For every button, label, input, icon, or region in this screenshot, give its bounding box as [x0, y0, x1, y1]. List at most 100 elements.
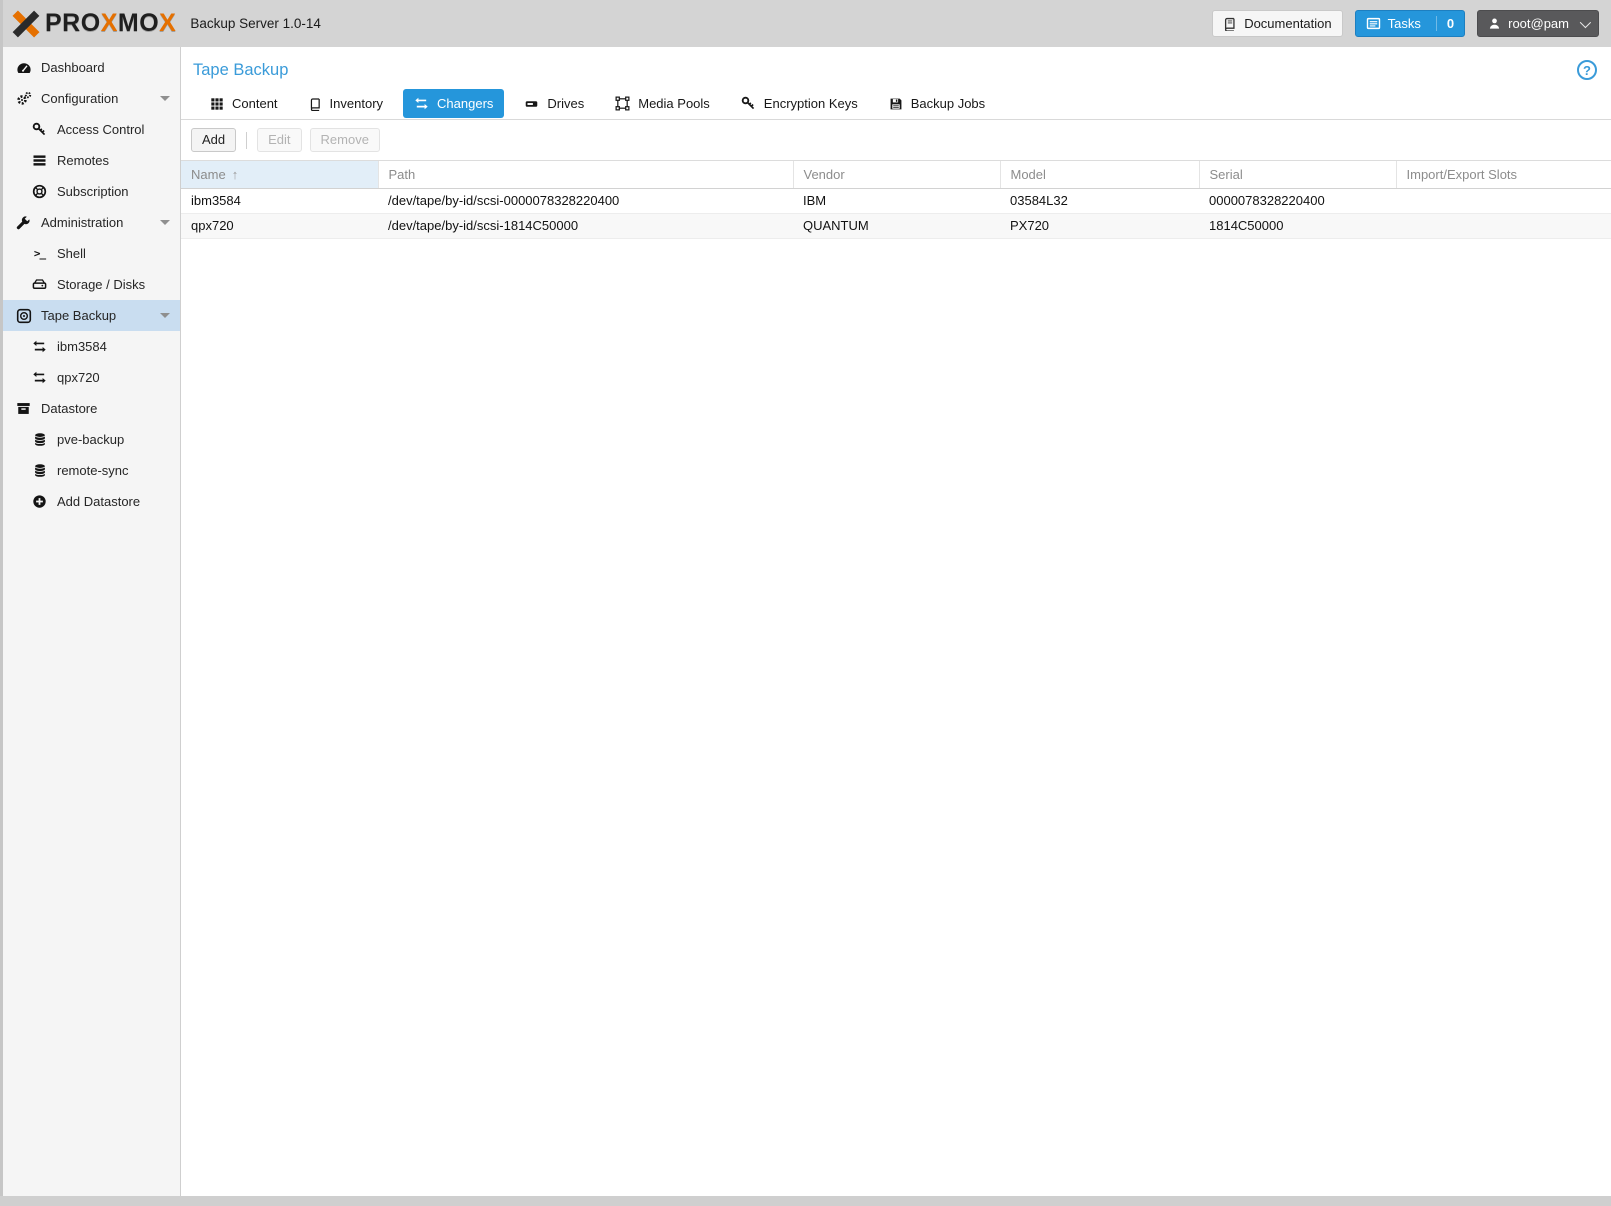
- tab-label: Content: [232, 96, 278, 111]
- wrench-icon: [15, 215, 32, 230]
- cell-import-export-slots: [1396, 188, 1611, 213]
- sidebar-item-access-control[interactable]: Access Control: [3, 114, 180, 145]
- cell-name: ibm3584: [181, 188, 378, 213]
- exchange-icon: [31, 370, 48, 385]
- sidebar-item-label: Dashboard: [41, 60, 105, 75]
- chevron-down-icon[interactable]: [160, 96, 170, 101]
- tab-bar: Content Inventory Changers: [181, 87, 1611, 120]
- column-header-name[interactable]: Name ↑: [181, 161, 378, 188]
- tape-icon: [15, 308, 32, 324]
- user-menu-button[interactable]: root@pam: [1477, 10, 1599, 37]
- column-header-model[interactable]: Model: [1000, 161, 1199, 188]
- column-header-label: Serial: [1210, 167, 1243, 182]
- tab-inventory[interactable]: Inventory: [298, 89, 394, 118]
- column-header-vendor[interactable]: Vendor: [793, 161, 1000, 188]
- cell-serial: 1814C50000: [1199, 213, 1396, 238]
- product-version-label: Backup Server 1.0-14: [190, 16, 321, 31]
- sidebar-item-administration[interactable]: Administration: [3, 207, 180, 238]
- sidebar-item-tape-backup[interactable]: Tape Backup: [3, 300, 180, 331]
- app-window: PROXMOX Backup Server 1.0-14 Documentati…: [0, 0, 1611, 1196]
- table-header-row: Name ↑ Path Vendor Model Serial Import/Ex…: [181, 161, 1611, 188]
- sidebar-item-qpx720[interactable]: qpx720: [3, 362, 180, 393]
- object-group-icon: [615, 96, 630, 111]
- database-icon: [31, 432, 48, 447]
- proxmox-x-icon: [11, 9, 41, 39]
- column-header-label: Import/Export Slots: [1407, 167, 1518, 182]
- chevron-down-icon[interactable]: [160, 313, 170, 318]
- cell-import-export-slots: [1396, 213, 1611, 238]
- sidebar-item-label: Subscription: [57, 184, 129, 199]
- sidebar-item-label: Storage / Disks: [57, 277, 145, 292]
- column-header-label: Name: [191, 167, 226, 182]
- tab-label: Drives: [547, 96, 584, 111]
- grid-icon: [210, 97, 224, 111]
- tab-changers[interactable]: Changers: [403, 89, 504, 118]
- life-ring-icon: [31, 184, 48, 199]
- tab-label: Encryption Keys: [764, 96, 858, 111]
- add-button[interactable]: Add: [191, 128, 236, 152]
- tab-encryption-keys[interactable]: Encryption Keys: [730, 89, 869, 118]
- cell-serial: 0000078328220400: [1199, 188, 1396, 213]
- sidebar-item-label: Administration: [41, 215, 123, 230]
- sidebar-item-ibm3584[interactable]: ibm3584: [3, 331, 180, 362]
- cell-name: qpx720: [181, 213, 378, 238]
- book-icon: [309, 97, 322, 111]
- task-list-icon: [1366, 16, 1381, 31]
- tab-label: Backup Jobs: [911, 96, 985, 111]
- sidebar-item-dashboard[interactable]: Dashboard: [3, 52, 180, 83]
- tab-content[interactable]: Content: [199, 89, 289, 118]
- sidebar-item-shell[interactable]: >_ Shell: [3, 238, 180, 269]
- tab-drives[interactable]: Drives: [513, 89, 595, 118]
- sidebar-item-label: Datastore: [41, 401, 97, 416]
- grid-toolbar: Add Edit Remove: [181, 120, 1611, 161]
- remove-button[interactable]: Remove: [310, 128, 380, 152]
- column-header-serial[interactable]: Serial: [1199, 161, 1396, 188]
- sidebar-item-configuration[interactable]: Configuration: [3, 83, 180, 114]
- column-header-path[interactable]: Path: [378, 161, 793, 188]
- terminal-icon: >_: [31, 247, 48, 260]
- sidebar-item-label: pve-backup: [57, 432, 124, 447]
- cell-path: /dev/tape/by-id/scsi-0000078328220400: [378, 188, 793, 213]
- sidebar-item-remotes[interactable]: Remotes: [3, 145, 180, 176]
- tasks-count-badge: 0: [1436, 16, 1454, 31]
- sidebar-item-label: remote-sync: [57, 463, 129, 478]
- sidebar-item-label: Remotes: [57, 153, 109, 168]
- sidebar-item-remote-sync[interactable]: remote-sync: [3, 455, 180, 486]
- exchange-icon: [31, 339, 48, 354]
- cell-model: 03584L32: [1000, 188, 1199, 213]
- sidebar-item-add-datastore[interactable]: Add Datastore: [3, 486, 180, 517]
- sidebar-item-pve-backup[interactable]: pve-backup: [3, 424, 180, 455]
- tasks-button[interactable]: Tasks 0: [1355, 10, 1465, 37]
- help-icon[interactable]: ?: [1577, 60, 1597, 80]
- sidebar-item-label: Shell: [57, 246, 86, 261]
- tab-backup-jobs[interactable]: Backup Jobs: [878, 89, 996, 118]
- tape-drive-icon: [524, 97, 539, 111]
- table-row[interactable]: qpx720 /dev/tape/by-id/scsi-1814C50000 Q…: [181, 213, 1611, 238]
- key-icon: [741, 96, 756, 111]
- table-row[interactable]: ibm3584 /dev/tape/by-id/scsi-00000783282…: [181, 188, 1611, 213]
- cell-vendor: IBM: [793, 188, 1000, 213]
- toolbar-separator: [246, 132, 247, 149]
- column-header-import-export-slots[interactable]: Import/Export Slots: [1396, 161, 1611, 188]
- sort-ascending-icon: ↑: [232, 167, 239, 182]
- list-rows-icon: [31, 153, 48, 168]
- sidebar-item-label: ibm3584: [57, 339, 107, 354]
- archive-box-icon: [15, 401, 32, 416]
- hdd-icon: [31, 277, 48, 292]
- tab-media-pools[interactable]: Media Pools: [604, 89, 721, 118]
- book-icon: [1223, 17, 1237, 31]
- sidebar-item-datastore[interactable]: Datastore: [3, 393, 180, 424]
- sidebar-item-storage-disks[interactable]: Storage / Disks: [3, 269, 180, 300]
- chevron-down-icon: [1580, 16, 1591, 27]
- sidebar-item-label: Configuration: [41, 91, 118, 106]
- dashboard-icon: [15, 60, 32, 76]
- page-title: Tape Backup: [193, 61, 288, 80]
- chevron-down-icon[interactable]: [160, 220, 170, 225]
- sidebar-item-subscription[interactable]: Subscription: [3, 176, 180, 207]
- sidebar-item-label: qpx720: [57, 370, 100, 385]
- documentation-button[interactable]: Documentation: [1212, 10, 1342, 37]
- cell-model: PX720: [1000, 213, 1199, 238]
- sidebar-nav: Dashboard Configuration Access Control: [3, 47, 181, 1196]
- exchange-icon: [414, 96, 429, 111]
- edit-button[interactable]: Edit: [257, 128, 301, 152]
